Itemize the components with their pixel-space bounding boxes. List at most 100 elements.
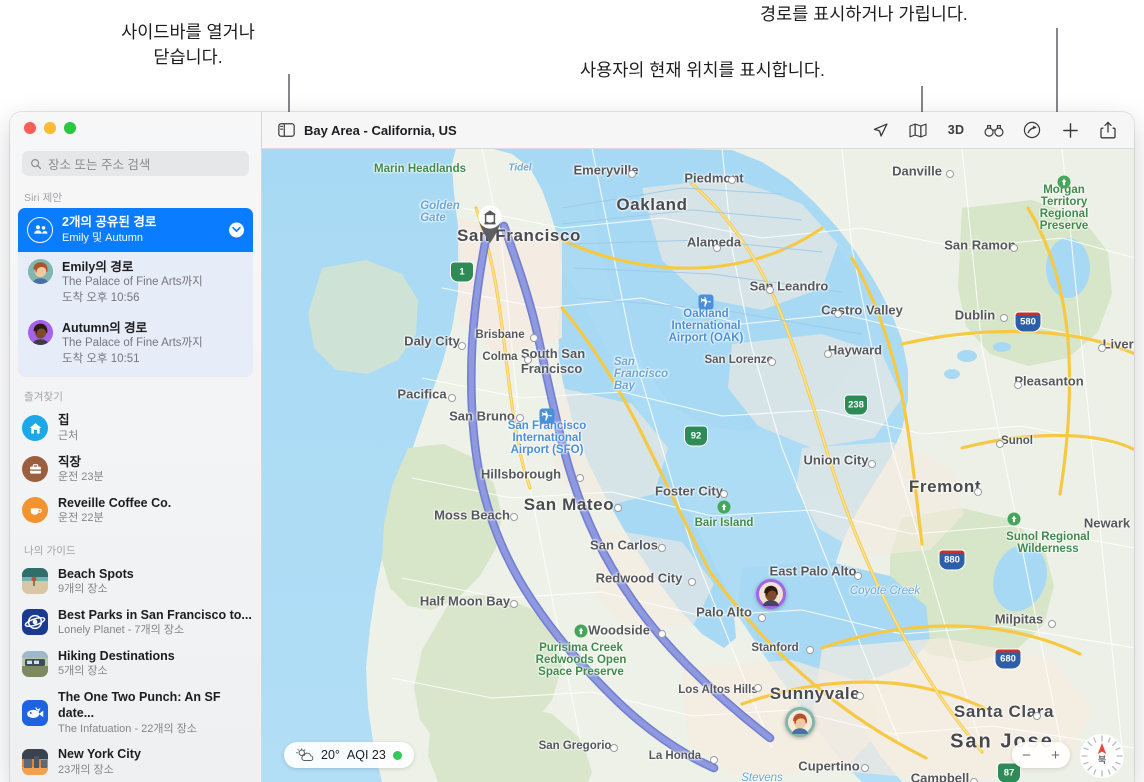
destination-pin[interactable] (473, 201, 507, 244)
shared-routes-row[interactable]: 2개의 공유된 경로 Emily 및 Autumn (18, 208, 253, 252)
guide-item[interactable]: New York City 23개의 장소 (10, 741, 261, 782)
city-dot (458, 342, 466, 350)
temperature-value: 20° (321, 748, 340, 762)
guide-item[interactable]: Hiking Destinations 5개의 장소 (10, 643, 261, 684)
siri-shared-routes-card: 2개의 공유된 경로 Emily 및 Autumn Emily의 경로 The … (18, 208, 253, 378)
sfo-airport-icon (539, 408, 555, 424)
callout-leader-3 (1056, 28, 1058, 122)
user-pin-autumn[interactable] (756, 579, 786, 609)
city-dot (970, 778, 978, 782)
look-around-icon[interactable] (984, 120, 1004, 140)
map-graphics (262, 148, 1134, 782)
route-destination: The Palace of Fine Arts까지 (62, 276, 203, 289)
three-d-button[interactable]: 3D (946, 120, 966, 140)
city-dot (824, 350, 832, 358)
lonely-planet-thumbnail (22, 609, 48, 636)
user-pin-emily[interactable] (785, 707, 815, 737)
city-dot (1014, 381, 1022, 389)
city-dot (628, 170, 636, 178)
section-header-siri: Siri 제안 (24, 192, 63, 204)
map-pane: Bay Area - California, US 3D Marin Headl… (262, 112, 1134, 782)
minimize-button[interactable] (44, 122, 56, 134)
city-dot (713, 244, 721, 252)
compass[interactable]: 북 (1076, 730, 1128, 782)
current-location-icon[interactable] (870, 120, 890, 140)
aqi-value: AQI 23 (346, 748, 386, 762)
search-input[interactable]: 장소 또는 주소 검색 (22, 151, 249, 176)
sidebar-scroll[interactable]: Siri 제안 2개의 공유된 경로 Emily 및 Autumn Emily의… (10, 182, 261, 782)
guide-subtitle: 9개의 장소 (58, 583, 108, 596)
map-title: Bay Area - California, US (304, 122, 457, 138)
city-dot (946, 170, 954, 178)
route-title: Emily의 경로 (62, 259, 134, 274)
search-placeholder: 장소 또는 주소 검색 (48, 158, 151, 172)
highway-shield: 880 (938, 549, 966, 571)
maps-window: 장소 또는 주소 검색 Siri 제안 2개의 공유된 경로 Emily 및 A… (10, 112, 1134, 782)
highway-shield: 1 (450, 261, 474, 283)
city-dot (974, 488, 982, 496)
toolbar: Bay Area - California, US 3D (262, 112, 1134, 149)
city-dot (856, 692, 864, 700)
chevron-down-icon[interactable] (229, 222, 244, 238)
city-dot (614, 504, 622, 512)
zoom-out-button[interactable]: − (1022, 747, 1031, 764)
guide-subtitle: 5개의 장소 (58, 665, 108, 678)
zoom-button[interactable] (64, 122, 76, 134)
guide-item[interactable]: Best Parks in San Francisco to... Lonely… (10, 602, 261, 643)
shared-routes-subtitle: Emily 및 Autumn (62, 231, 144, 244)
favorite-item-coffee[interactable]: Reveille Coffee Co. 운전 22분 (10, 490, 261, 531)
city-dot (720, 490, 728, 498)
zoom-in-button[interactable]: + (1051, 747, 1060, 764)
park-pin-icon (717, 500, 731, 514)
city-dot (710, 756, 718, 764)
guide-item[interactable]: Beach Spots 9개의 장소 (10, 561, 261, 602)
directions-icon[interactable] (1022, 120, 1042, 140)
city-dot (854, 572, 862, 580)
map-surface[interactable]: Marin Headlands Golden Gate Emeryville Pied… (262, 148, 1134, 782)
shared-route-item[interactable]: Autumn의 경로 The Palace of Fine Arts까지 도착 … (18, 313, 253, 377)
guide-subtitle: Lonely Planet - 7개의 장소 (58, 624, 185, 637)
favorite-item-work[interactable]: 직장 운전 23분 (10, 449, 261, 490)
guide-title: Hiking Destinations (58, 648, 175, 663)
map-mode-icon[interactable] (908, 120, 928, 140)
city-dot (576, 474, 584, 482)
guide-subtitle: 23개의 장소 (58, 763, 114, 776)
city-dot (728, 176, 736, 184)
sun-cloud-icon (296, 748, 314, 761)
shared-routes-title: 2개의 공유된 경로 (62, 215, 157, 229)
city-dot (861, 764, 869, 772)
share-icon[interactable] (1098, 120, 1118, 140)
screenshot-root: 사이드바를 열거나 닫습니다. 사용자의 현재 위치를 표시합니다. 경로를 표… (0, 0, 1144, 782)
section-header-guides: 나의 가이드 (24, 544, 76, 557)
guide-item[interactable]: The One Two Punch: An SF date... The Inf… (10, 684, 261, 741)
city-dot (610, 744, 618, 752)
window-controls (24, 122, 76, 134)
city-dot (516, 414, 524, 422)
search-icon (31, 158, 42, 169)
add-icon[interactable] (1060, 120, 1080, 140)
city-dot (524, 356, 532, 364)
city-dot (658, 544, 666, 552)
people-icon (27, 216, 53, 243)
city-dot (834, 310, 842, 318)
city-dot (1098, 344, 1106, 352)
city-dot (1010, 244, 1018, 252)
briefcase-icon (22, 456, 48, 483)
zoom-controls[interactable]: − + (1012, 742, 1070, 768)
new-york-thumbnail (22, 748, 48, 775)
sidebar-toggle-callout: 사이드바를 열거나 닫습니다. (121, 22, 255, 68)
highway-shield: 238 (844, 394, 868, 416)
route-eta: 도착 오후 10:56 (62, 291, 140, 304)
favorite-title: Reveille Coffee Co. (58, 495, 172, 510)
shared-route-item[interactable]: Emily의 경로 The Palace of Fine Arts까지 도착 오… (18, 252, 253, 313)
city-dot (868, 460, 876, 468)
weather-widget[interactable]: 20° AQI 23 (284, 742, 414, 768)
route-visibility-callout: 경로를 표시하거나 가립니다. (760, 4, 968, 24)
favorite-subtitle: 운전 23분 (58, 470, 104, 483)
sidebar-toggle-icon[interactable] (276, 120, 296, 140)
favorite-item-home[interactable]: 집 근처 (10, 407, 261, 448)
city-dot (766, 286, 774, 294)
close-button[interactable] (24, 122, 36, 134)
toolbar-icons: 3D (870, 120, 1134, 140)
home-icon (22, 415, 48, 442)
